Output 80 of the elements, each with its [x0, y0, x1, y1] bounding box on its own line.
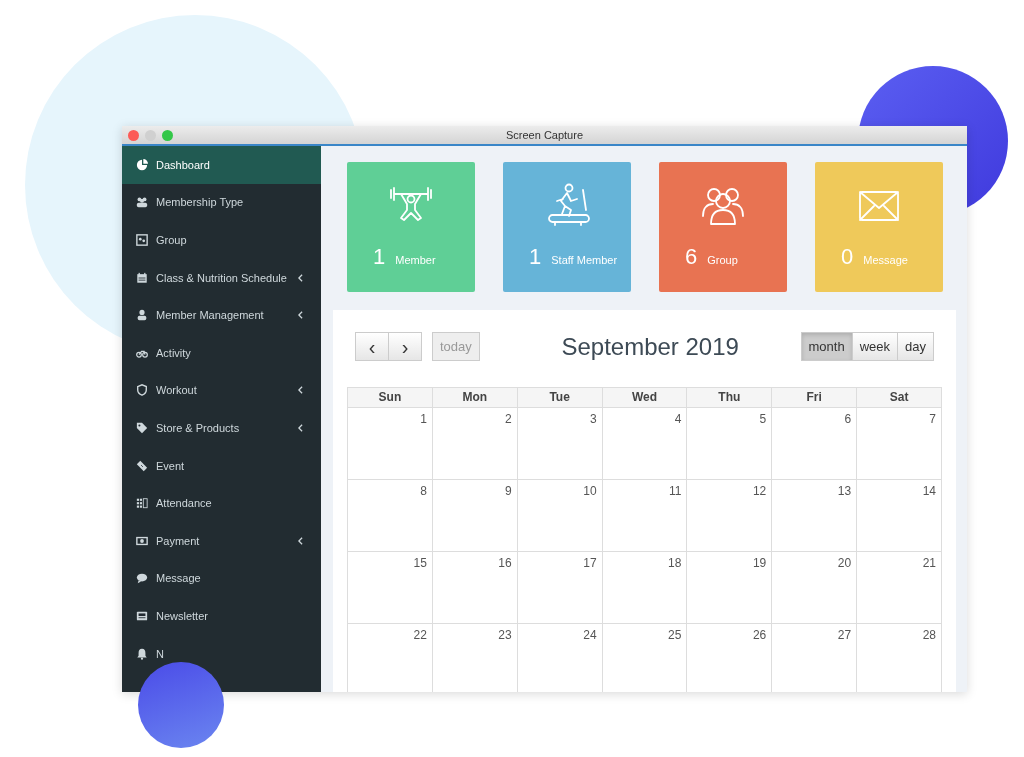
sidebar-item[interactable]: Store & Products — [122, 409, 321, 447]
stat-label: Group — [707, 254, 738, 266]
day-cell[interactable]: 22 — [348, 624, 433, 692]
sidebar-item[interactable]: Activity — [122, 333, 321, 372]
day-cell[interactable]: 16 — [432, 552, 518, 624]
day-cell[interactable]: 3 — [517, 408, 603, 480]
zoom-button[interactable] — [162, 129, 173, 141]
view-button[interactable]: week — [851, 332, 899, 361]
view-button[interactable]: month — [800, 332, 853, 361]
day-cell[interactable]: 8 — [348, 480, 433, 552]
weekday-header: Tue — [517, 388, 603, 408]
day-cell[interactable]: 18 — [602, 552, 688, 624]
weekday-header: Wed — [602, 388, 688, 408]
banknote-icon — [136, 534, 148, 547]
sidebar-item[interactable]: Dashboard — [122, 146, 321, 184]
ticket-icon — [136, 459, 148, 472]
day-cell[interactable]: 26 — [687, 624, 773, 692]
day-cell[interactable]: 11 — [602, 480, 688, 552]
bell-icon — [136, 647, 148, 660]
weekday-header: Thu — [687, 388, 773, 408]
sidebar-item[interactable]: Payment — [122, 521, 321, 560]
day-cell[interactable]: 9 — [432, 480, 518, 552]
day-cell[interactable]: 20 — [772, 552, 858, 624]
stat-count: 1 — [373, 244, 386, 270]
day-cell[interactable]: 25 — [602, 624, 688, 692]
stat-label: Message — [863, 254, 908, 266]
sidebar-item[interactable]: Event — [122, 446, 321, 485]
next-button[interactable]: › — [388, 332, 422, 361]
day-cell[interactable]: 12 — [687, 480, 773, 552]
chat-bubble-icon — [136, 572, 148, 585]
day-cell[interactable]: 14 — [857, 480, 942, 552]
weekday-header: Sat — [857, 388, 942, 408]
stat-count: 0 — [841, 244, 854, 270]
day-cell[interactable]: 23 — [432, 624, 518, 692]
sidebar-item[interactable]: Member Management — [122, 296, 321, 334]
stat-label: Member — [395, 254, 436, 266]
window-title: Screen Capture — [504, 129, 584, 141]
stat-count: 1 — [529, 244, 542, 270]
stat-count: 6 — [685, 244, 698, 270]
close-button[interactable] — [128, 129, 139, 141]
weekday-header: Mon — [432, 388, 518, 408]
shield-icon — [136, 384, 148, 397]
day-cell[interactable]: 1 — [348, 408, 433, 480]
day-cell[interactable]: 21 — [857, 552, 942, 624]
sidebar-item[interactable]: Group — [122, 221, 321, 259]
calendar-title: September 2019 — [561, 332, 739, 361]
weekday-header: Sun — [348, 388, 433, 408]
stat-label: Staff Member — [551, 254, 618, 266]
day-cell[interactable]: 5 — [687, 408, 773, 480]
day-cell[interactable]: 19 — [687, 552, 773, 624]
group-icon — [136, 234, 148, 246]
day-cell[interactable]: 17 — [517, 552, 603, 624]
user-icon — [136, 309, 148, 322]
view-button[interactable]: day — [897, 332, 934, 361]
sidebar-item[interactable]: Newsletter — [122, 597, 321, 635]
minimize-button[interactable] — [145, 129, 156, 141]
day-cell[interactable]: 15 — [348, 552, 433, 624]
sidebar-item[interactable]: Workout — [122, 371, 321, 410]
day-cell[interactable]: 7 — [857, 408, 942, 480]
day-cell[interactable]: 13 — [772, 480, 858, 552]
previous-button[interactable]: ‹ — [355, 332, 389, 361]
day-cell[interactable]: 24 — [517, 624, 603, 692]
sidebar-item[interactable]: N — [122, 634, 321, 673]
tag-icon — [136, 421, 148, 434]
grid-icon — [136, 497, 148, 510]
pie-chart-icon — [136, 158, 148, 171]
users-icon — [136, 196, 148, 209]
day-cell[interactable]: 2 — [432, 408, 518, 480]
newspaper-icon — [136, 609, 148, 622]
day-cell[interactable]: 28 — [857, 624, 942, 692]
sidebar-item[interactable]: Attendance — [122, 484, 321, 522]
sidebar-item[interactable]: Membership Type — [122, 183, 321, 222]
day-cell[interactable]: 27 — [772, 624, 858, 692]
sidebar-item[interactable]: Class & Nutrition Schedule — [122, 258, 321, 297]
day-cell[interactable]: 10 — [517, 480, 603, 552]
weekday-header: Fri — [772, 388, 858, 408]
sidebar-item[interactable]: Message — [122, 559, 321, 598]
day-cell[interactable]: 6 — [772, 408, 858, 480]
day-cell[interactable]: 4 — [602, 408, 688, 480]
calendar-icon — [136, 271, 148, 284]
